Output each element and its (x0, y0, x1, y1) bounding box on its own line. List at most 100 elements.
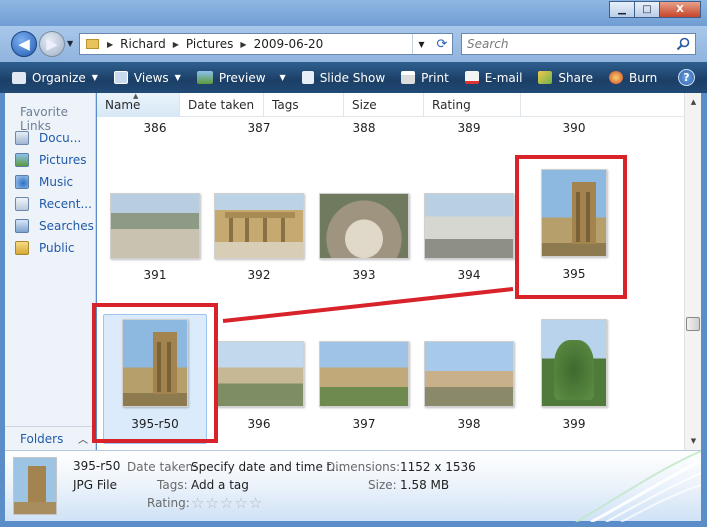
sidebar-item-label: Recent... (39, 197, 92, 211)
chevron-down-icon: ▼ (174, 73, 181, 82)
address-row: ◀ ▶ ▼ ▶ Richard ▶ Pictures ▶ 2009-06-20 … (0, 26, 707, 62)
file-name: 386 (143, 121, 167, 135)
star-icon[interactable]: ☆ (234, 494, 248, 512)
back-button[interactable]: ◀ (11, 31, 37, 57)
chevron-right-icon[interactable]: ▶ (173, 40, 179, 49)
photo-thumbnail (319, 193, 409, 259)
sidebar-item-documents[interactable]: Docu... (15, 127, 94, 149)
print-label: Print (421, 70, 449, 85)
date-taken-value[interactable]: Specify date and time t... (191, 460, 343, 474)
email-label: E-mail (484, 70, 523, 85)
column-header-name[interactable]: ▲ Name (97, 93, 180, 117)
tags-value[interactable]: Add a tag (191, 478, 249, 492)
sidebar-item-pictures[interactable]: Pictures (15, 149, 94, 171)
details-file-type: JPG File (73, 478, 117, 492)
music-icon (15, 175, 29, 189)
file-tile-396[interactable]: 396 (207, 341, 311, 431)
navigation-pane: Favorite Links Docu... Pictures Music Re… (5, 93, 96, 450)
sidebar-item-searches[interactable]: Searches (15, 215, 94, 237)
rating-stars[interactable]: ☆☆☆☆☆ (191, 494, 263, 512)
breadcrumb-2009-06-20[interactable]: 2009-06-20 (254, 37, 324, 51)
file-name: 389 (457, 121, 481, 135)
chevron-up-icon: ︿ (78, 435, 88, 446)
annotation-box-original (515, 155, 627, 299)
file-name: 388 (352, 121, 376, 135)
column-header-date-taken[interactable]: Date taken (180, 93, 264, 117)
column-header-rating[interactable]: Rating (424, 93, 521, 117)
folders-toggle[interactable]: Folders ︿ (5, 426, 96, 450)
star-icon[interactable]: ☆ (220, 494, 234, 512)
preview-icon (196, 71, 213, 84)
help-button[interactable]: ? (678, 69, 695, 86)
share-label: Share (558, 70, 594, 85)
forward-button[interactable]: ▶ (39, 31, 65, 57)
search-input[interactable]: Search (461, 33, 696, 55)
folders-label: Folders (20, 431, 64, 446)
chevron-down-icon: ▼ (279, 73, 286, 82)
recent-pages-dropdown[interactable]: ▼ (67, 39, 73, 48)
search-placeholder: Search (467, 37, 509, 51)
print-button[interactable]: Print (393, 62, 457, 93)
column-header-label: Date taken (188, 98, 255, 112)
breadcrumb-richard[interactable]: Richard (120, 37, 166, 51)
chevron-down-icon: ▼ (91, 73, 98, 82)
column-header-tags[interactable]: Tags (264, 93, 344, 117)
column-header-label: Tags (272, 98, 299, 112)
breadcrumb-pictures[interactable]: Pictures (186, 37, 234, 51)
share-button[interactable]: Share (530, 62, 601, 93)
star-icon[interactable]: ☆ (249, 494, 263, 512)
details-thumbnail (13, 457, 57, 515)
sidebar-item-music[interactable]: Music (15, 171, 94, 193)
organize-icon (12, 71, 26, 84)
window-controls: ▁ □ X (609, 1, 701, 18)
address-bar[interactable]: ▶ Richard ▶ Pictures ▶ 2009-06-20 ▼ (79, 33, 453, 55)
search-icon[interactable] (676, 37, 690, 51)
sidebar-item-label: Music (39, 175, 74, 189)
file-tile-399[interactable]: 399 (522, 319, 626, 431)
sidebar-item-label: Searches (39, 219, 94, 233)
tags-label: Tags: (157, 478, 188, 492)
file-name: 391 (143, 268, 167, 282)
burn-button[interactable]: Burn (601, 62, 665, 93)
decorative-swoosh (575, 451, 701, 522)
sidebar-item-recent[interactable]: Recent... (15, 193, 94, 215)
scroll-up-arrow[interactable]: ▲ (685, 95, 701, 109)
file-tile-394[interactable]: 394 (417, 193, 521, 282)
organize-button[interactable]: Organize ▼ (0, 62, 106, 93)
address-dropdown-button[interactable]: ▼ (412, 34, 430, 54)
file-tile-398[interactable]: 398 (417, 341, 521, 431)
star-icon[interactable]: ☆ (191, 494, 205, 512)
photo-thumbnail (214, 341, 304, 407)
preview-label: Preview (218, 70, 266, 85)
views-button[interactable]: Views ▼ (106, 62, 189, 93)
sidebar-item-label: Public (39, 241, 75, 255)
maximize-button[interactable]: □ (634, 1, 660, 18)
photo-thumbnail (424, 341, 514, 407)
views-icon (113, 71, 128, 84)
file-tile-391[interactable]: 391 (103, 193, 207, 282)
file-tile-392[interactable]: 392 (207, 193, 311, 282)
vertical-scrollbar[interactable]: ▲ ▼ (684, 93, 701, 450)
scroll-down-arrow[interactable]: ▼ (685, 434, 701, 448)
printer-icon (401, 71, 416, 84)
slideshow-button[interactable]: Slide Show (294, 62, 393, 93)
file-tile-397[interactable]: 397 (312, 341, 416, 431)
preview-button[interactable]: Preview ▼ (189, 62, 294, 93)
close-button[interactable]: X (659, 1, 701, 18)
chevron-right-icon[interactable]: ▶ (240, 40, 246, 49)
file-tile-393[interactable]: 393 (312, 193, 416, 282)
recent-icon (15, 197, 29, 211)
photo-thumbnail (110, 193, 200, 259)
minimize-button[interactable]: ▁ (609, 1, 635, 18)
scrollbar-thumb[interactable] (686, 317, 700, 331)
email-button[interactable]: E-mail (457, 62, 531, 93)
column-header-blank (521, 93, 584, 117)
refresh-icon[interactable]: ⟳ (431, 35, 453, 53)
file-name: 392 (247, 268, 271, 282)
column-header-size[interactable]: Size (344, 93, 424, 117)
chevron-right-icon[interactable]: ▶ (107, 40, 113, 49)
sidebar-item-public[interactable]: Public (15, 237, 94, 259)
date-taken-label: Date taken: (127, 460, 198, 474)
email-icon (464, 71, 479, 84)
star-icon[interactable]: ☆ (205, 494, 219, 512)
